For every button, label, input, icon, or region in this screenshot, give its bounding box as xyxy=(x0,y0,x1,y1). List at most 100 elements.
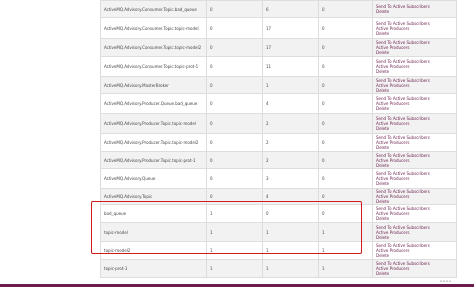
dequeued-count: 0 xyxy=(318,93,373,114)
dequeued-count: 0 xyxy=(318,0,373,18)
topic-name-link[interactable]: ActiveMQ.Advisory.Queue xyxy=(100,168,207,189)
table-row: ActiveMQ.Advisory.Consumer.Topic.topic-m… xyxy=(100,17,457,39)
delete-link[interactable]: Delete xyxy=(376,145,453,150)
enqueued-count: 11 xyxy=(262,56,319,77)
consumers-count: 0 xyxy=(206,168,263,189)
operations-cell: Send To Active Subscribers Active Produce… xyxy=(372,93,457,114)
dequeued-count: 1 xyxy=(318,259,373,278)
left-margin xyxy=(0,0,10,290)
enqueued-count: 17 xyxy=(262,17,319,39)
dequeued-count: 0 xyxy=(318,56,373,77)
topic-name-link[interactable]: ActiveMQ.Advisory.Topic xyxy=(100,188,207,205)
dequeued-count: 1 xyxy=(318,222,373,242)
consumers-count: 0 xyxy=(206,0,263,18)
dequeued-count: 0 xyxy=(318,133,373,152)
topic-name-link[interactable]: topic-prot-1 xyxy=(100,259,207,278)
table-row: ActiveMQ.Advisory.Topic 0 4 0 Send To Active… xyxy=(100,188,457,205)
dequeued-count: 0 xyxy=(318,151,373,169)
operations-cell: Send To Active Subscribers Active Produce… xyxy=(372,38,457,57)
consumers-count: 0 xyxy=(206,151,263,169)
table-row: topic-model2 1 1 1 Send To Active Subscriber… xyxy=(100,241,457,260)
table-row: bad_queue 1 0 0 Send To Active Subscribers Ac… xyxy=(100,204,457,223)
delete-link[interactable]: Delete xyxy=(376,235,453,240)
consumers-count: 0 xyxy=(206,17,263,39)
consumers-count: 0 xyxy=(206,188,263,205)
topic-name-link[interactable]: ActiveMQ.Advisory.Consumer.Topic.topic-m… xyxy=(100,17,207,39)
pager-indicator: ▪▪▪▪ xyxy=(439,279,452,283)
enqueued-count: 6 xyxy=(262,0,319,18)
operations-cell: Send To Active Subscribers Active Produce… xyxy=(372,151,457,169)
dequeued-count: 0 xyxy=(318,17,373,39)
enqueued-count: 4 xyxy=(262,93,319,114)
operations-cell: Send To Active Subscribers Active Produce… xyxy=(372,241,457,260)
table-row: ActiveMQ.Advisory.Consumer.Topic.bad_que… xyxy=(100,0,457,18)
table-row: ActiveMQ.Advisory.MasterBroker 0 1 0 Send To… xyxy=(100,76,457,94)
enqueued-count: 1 xyxy=(262,259,319,278)
topic-name-link[interactable]: ActiveMQ.Advisory.Producer.Queue.bad_que… xyxy=(100,93,207,114)
operations-cell: Send To Active Subscribers Active Produce… xyxy=(372,76,457,94)
delete-link[interactable]: Delete xyxy=(376,253,453,258)
topic-name-link[interactable]: ActiveMQ.Advisory.Consumer.Topic.bad_que… xyxy=(100,0,207,18)
dequeued-count: 0 xyxy=(318,168,373,189)
consumers-count: 1 xyxy=(206,241,263,260)
delete-link[interactable]: Delete xyxy=(376,88,453,93)
delete-link[interactable]: Delete xyxy=(376,50,453,55)
enqueued-count: 0 xyxy=(262,204,319,223)
operations-cell: Send To Active Subscribers Active Produce… xyxy=(372,133,457,152)
dequeued-count: 0 xyxy=(318,113,373,134)
operations-cell: Send To Active Subscribers Active Produce… xyxy=(372,113,457,134)
delete-link[interactable]: Delete xyxy=(376,106,453,111)
delete-link[interactable]: Delete xyxy=(376,69,453,74)
delete-link[interactable]: Delete xyxy=(376,199,453,204)
delete-link[interactable]: Delete xyxy=(376,163,453,168)
delete-link[interactable]: Delete xyxy=(376,181,453,186)
consumers-count: 0 xyxy=(206,133,263,152)
consumers-count: 0 xyxy=(206,113,263,134)
operations-cell: Send To Active Subscribers Active Produce… xyxy=(372,56,457,77)
topic-name-link[interactable]: topic-model2 xyxy=(100,241,207,260)
right-margin xyxy=(456,0,474,290)
topic-name-link[interactable]: ActiveMQ.Advisory.Producer.Topic.topic-p… xyxy=(100,151,207,169)
table-row: ActiveMQ.Advisory.Producer.Topic.topic-m… xyxy=(100,113,457,134)
enqueued-count: 17 xyxy=(262,38,319,57)
operations-cell: Send To Active Subscribers Active Produce… xyxy=(372,168,457,189)
enqueued-count: 4 xyxy=(262,188,319,205)
dequeued-count: 1 xyxy=(318,241,373,260)
delete-link[interactable]: Delete xyxy=(376,126,453,131)
enqueued-count: 1 xyxy=(262,241,319,260)
topic-name-link[interactable]: ActiveMQ.Advisory.Producer.Topic.topic-m… xyxy=(100,113,207,134)
enqueued-count: 1 xyxy=(262,76,319,94)
topic-name-link[interactable]: bad_queue xyxy=(100,204,207,223)
operations-cell: Send To Active Subscribers Delete xyxy=(372,0,457,18)
enqueued-count: 2 xyxy=(262,113,319,134)
dequeued-count: 0 xyxy=(318,38,373,57)
table-row: ActiveMQ.Advisory.Queue 0 3 0 Send To Active… xyxy=(100,168,457,189)
delete-link[interactable]: Delete xyxy=(376,271,453,276)
enqueued-count: 2 xyxy=(262,151,319,169)
topics-table: ActiveMQ.Advisory.Consumer.Topic.bad_que… xyxy=(100,0,457,278)
topic-name-link[interactable]: ActiveMQ.Advisory.MasterBroker xyxy=(100,76,207,94)
table-row: ActiveMQ.Advisory.Consumer.Topic.topic-p… xyxy=(100,56,457,77)
delete-link[interactable]: Delete xyxy=(376,9,453,14)
delete-link[interactable]: Delete xyxy=(376,31,453,36)
topic-name-link[interactable]: ActiveMQ.Advisory.Producer.Topic.topic-m… xyxy=(100,133,207,152)
delete-link[interactable]: Delete xyxy=(376,216,453,221)
table-row: ActiveMQ.Advisory.Producer.Topic.topic-m… xyxy=(100,133,457,152)
consumers-count: 1 xyxy=(206,204,263,223)
consumers-count: 0 xyxy=(206,76,263,94)
topic-name-link[interactable]: topic-model xyxy=(100,222,207,242)
topics-table-body: ActiveMQ.Advisory.Consumer.Topic.bad_que… xyxy=(100,0,457,278)
enqueued-count: 2 xyxy=(262,133,319,152)
table-row: ActiveMQ.Advisory.Producer.Queue.bad_que… xyxy=(100,93,457,114)
consumers-count: 0 xyxy=(206,56,263,77)
topic-name-link[interactable]: ActiveMQ.Advisory.Consumer.Topic.topic-m… xyxy=(100,38,207,57)
operations-cell: Send To Active Subscribers Active Produce… xyxy=(372,17,457,39)
dequeued-count: 0 xyxy=(318,204,373,223)
operations-cell: Send To Active Subscribers Active Produce… xyxy=(372,204,457,223)
table-row: ActiveMQ.Advisory.Consumer.Topic.topic-m… xyxy=(100,38,457,57)
consumers-count: 0 xyxy=(206,93,263,114)
table-row: ActiveMQ.Advisory.Producer.Topic.topic-p… xyxy=(100,151,457,169)
dequeued-count: 0 xyxy=(318,76,373,94)
topic-name-link[interactable]: ActiveMQ.Advisory.Consumer.Topic.topic-p… xyxy=(100,56,207,77)
operations-cell: Send To Active Subscribers Active Produce… xyxy=(372,188,457,205)
